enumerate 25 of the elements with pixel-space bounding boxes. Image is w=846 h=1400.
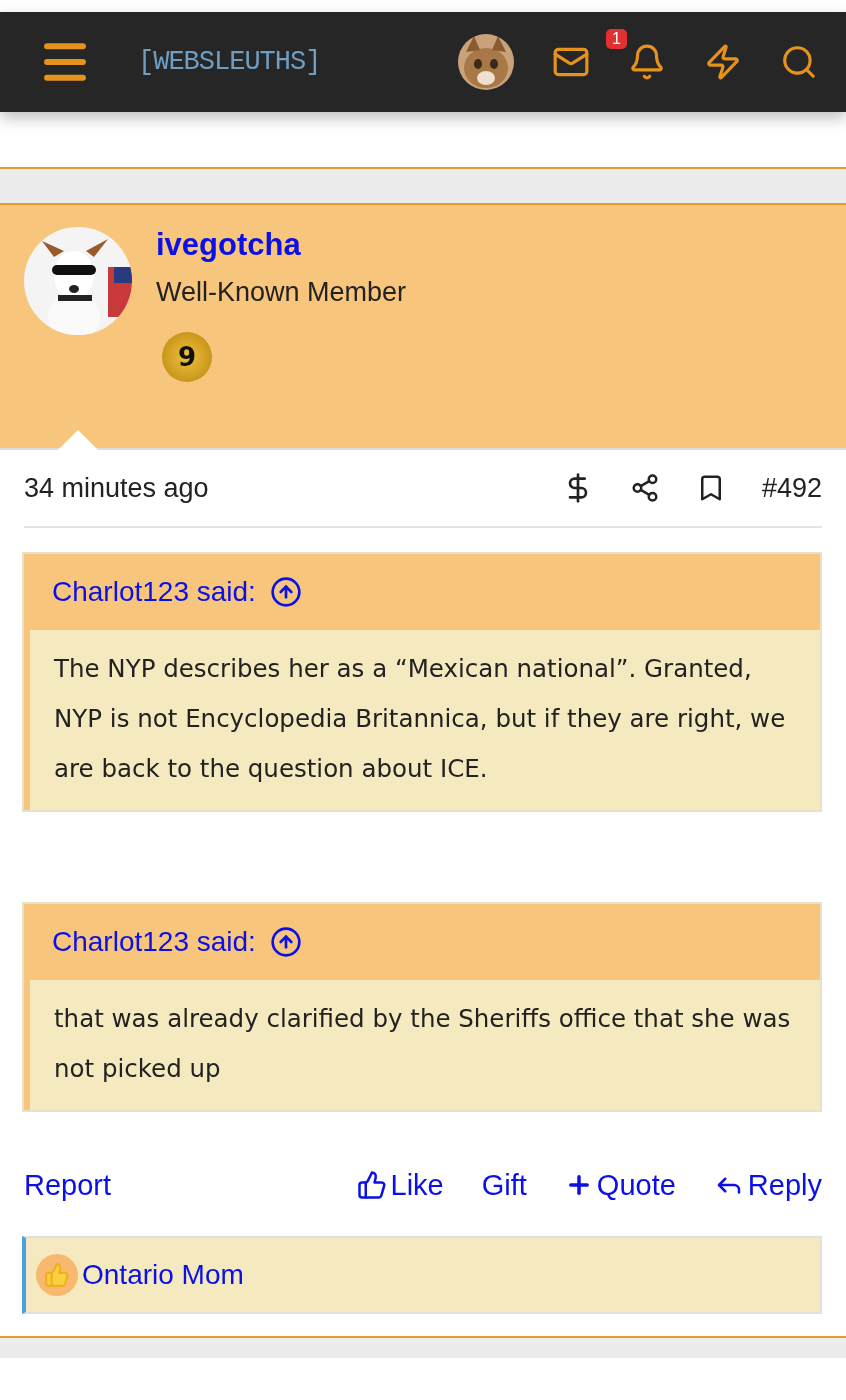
quote-attribution[interactable]: Charlot123 said: [52,926,256,958]
lightning-icon[interactable] [704,43,742,81]
notification-badge: 1 [606,29,627,49]
bell-icon[interactable] [628,43,666,81]
trophy-badge[interactable]: 9 [162,332,212,382]
thumbs-up-icon [356,1170,387,1200]
pointer-arrow [58,430,98,450]
author-name[interactable]: ivegotcha [156,227,407,263]
quote-attribution[interactable]: Charlot123 said: [52,576,256,608]
thumbs-up-icon [36,1254,78,1296]
post-time[interactable]: 34 minutes ago [24,472,209,504]
report-link[interactable]: Report [24,1168,112,1202]
like-button[interactable]: Like [356,1168,444,1202]
search-icon[interactable] [780,43,818,81]
quote-text: The NYP describes her as a “Mexican national”. Granted, NYP is not Encyclopedia Britannica, but if they are right, we are back to the question about ICE. [24,630,820,810]
reply-button[interactable]: Reply [713,1168,822,1202]
post-number[interactable]: #492 [761,472,822,504]
jump-up-icon[interactable] [269,926,302,958]
jump-up-icon[interactable] [269,576,302,608]
site-logo[interactable]: [WEBSLEUTHS] [138,47,321,77]
quote-button[interactable]: Quote [564,1168,676,1202]
reactor-name[interactable]: Ontario Mom [82,1259,244,1291]
user-title: Well-Known Member [156,277,407,308]
quote-text: that was already clarified by the Sheriffs office that she was not picked up [24,980,820,1110]
gift-button[interactable]: Gift [481,1168,527,1202]
